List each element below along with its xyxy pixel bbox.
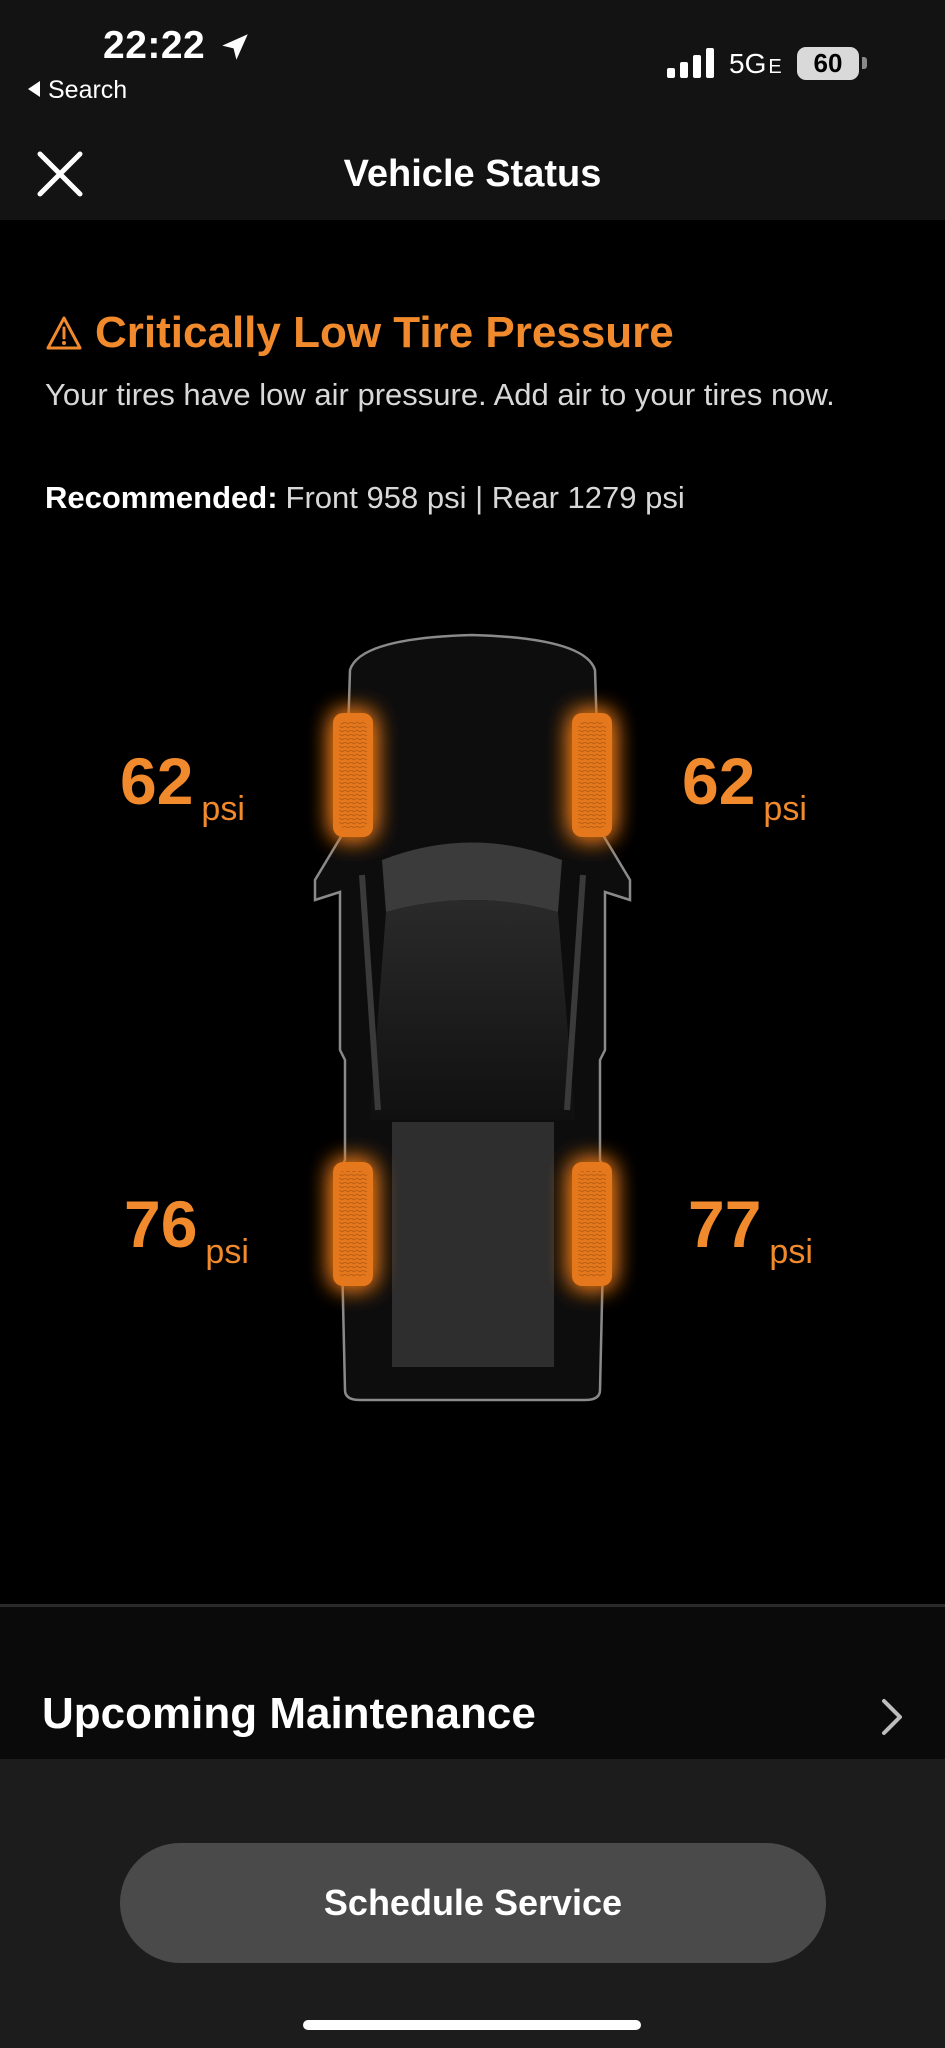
battery-cap (862, 57, 867, 69)
upcoming-maintenance-row[interactable]: Upcoming Maintenance (0, 1607, 945, 1759)
chevron-right-icon (882, 1699, 902, 1735)
schedule-service-button[interactable]: Schedule Service (120, 1843, 826, 1963)
maintenance-title: Upcoming Maintenance (42, 1689, 536, 1738)
battery-level: 60 (813, 48, 843, 78)
alert-heading: Critically Low Tire Pressure (45, 308, 674, 358)
recommended-pressure: Recommended: Front 958 psi | Rear 1279 ps… (45, 480, 685, 516)
bottom-action-area: Schedule Service (0, 1759, 945, 2048)
page-title: Vehicle Status (343, 153, 602, 195)
back-triangle-icon (28, 81, 40, 98)
status-time: 22:22 (103, 24, 206, 67)
back-label: Search (48, 76, 128, 104)
battery-icon: 60 (797, 47, 859, 80)
tire-pressure-rear-left: 76 psi (124, 1187, 249, 1271)
home-indicator[interactable] (303, 2020, 641, 2030)
location-arrow-icon (222, 34, 248, 60)
recommended-value: Front 958 psi | Rear 1279 psi (285, 480, 685, 515)
recommended-label: Recommended: (45, 480, 278, 515)
tire-pressure-front-left: 62 psi (120, 744, 245, 828)
warning-triangle-icon (46, 316, 82, 350)
vehicle-bed (392, 1122, 554, 1367)
tire-pressure-rear-right: 77 psi (688, 1187, 813, 1271)
signal-bars-icon (667, 48, 714, 78)
back-to-search-link[interactable]: Search (28, 76, 127, 105)
alert-title: Critically Low Tire Pressure (95, 308, 674, 357)
nav-bar: Vehicle Status (0, 125, 945, 220)
alert-message: Your tires have low air pressure. Add ai… (45, 377, 835, 412)
status-bar: 22:22 Search 5G E 60 (0, 0, 945, 125)
vehicle-diagram (313, 633, 632, 1402)
network-label: 5G E (729, 48, 782, 79)
tire-pressure-front-right: 62 psi (682, 744, 807, 828)
